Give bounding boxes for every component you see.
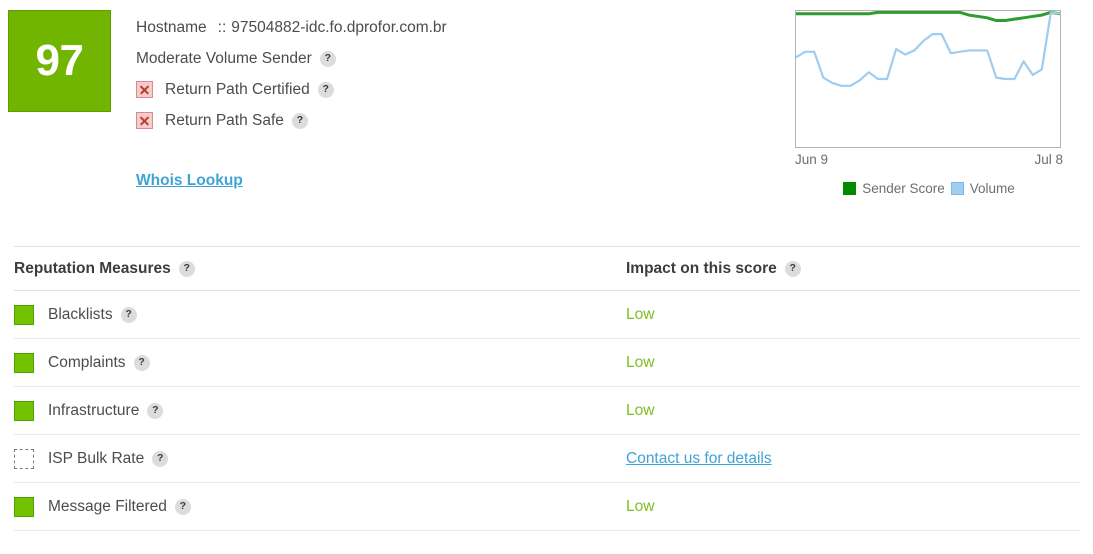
hostname-value: 97504882-idc.fo.dprofor.com.br (231, 18, 447, 36)
measure-label: ISP Bulk Rate (48, 449, 145, 467)
measure-label: Message Filtered (48, 497, 167, 515)
cell-impact: Low (626, 306, 1080, 324)
header-cell-measures: Reputation Measures ? (14, 260, 626, 278)
cell-measure: Infrastructure? (14, 400, 626, 421)
return-path-certified-row: Return Path Certified ? (136, 74, 736, 105)
hostname-separator: :: (217, 18, 227, 36)
legend-swatch-sender-score (843, 182, 857, 195)
table-row: Blacklists? Low (14, 291, 1080, 339)
column-header-reputation-measures: Reputation Measures (14, 259, 171, 277)
sender-score-chart: Jun 9 Jul 8 Sender Score Volume (795, 10, 1065, 196)
measure-label: Infrastructure (48, 401, 140, 419)
x-mark-icon-certified (136, 81, 153, 98)
volume-sender-row: Moderate Volume Sender ? (136, 43, 736, 74)
chart-x-end-label: Jul 8 (1034, 152, 1063, 167)
help-icon-volume-sender[interactable]: ? (319, 50, 336, 67)
cell-impact: Low (626, 354, 1080, 372)
impact-details-link[interactable]: Contact us for details (626, 450, 772, 468)
table-row: ISP Bulk Rate? Contact us for details (14, 435, 1080, 483)
help-icon-measure[interactable]: ? (133, 354, 150, 371)
help-icon-return-path-safe[interactable]: ? (291, 112, 308, 129)
legend-label-sender-score: Sender Score (862, 181, 945, 196)
header-cell-impact: Impact on this score ? (626, 260, 1080, 278)
help-icon-return-path-certified[interactable]: ? (317, 81, 334, 98)
chart-plot-area (795, 10, 1061, 148)
help-icon-measure[interactable]: ? (174, 498, 191, 515)
chart-line-sender-score (796, 11, 1060, 23)
status-swatch-green-icon (14, 304, 34, 325)
status-swatch-green-icon (14, 352, 34, 373)
legend-item-sender-score: Sender Score (843, 181, 945, 196)
cell-measure: Complaints? (14, 352, 626, 373)
sender-score-value: 97 (35, 36, 84, 85)
cell-impact: Low (626, 498, 1080, 516)
table-row: Complaints? Low (14, 339, 1080, 387)
whois-lookup-link[interactable]: Whois Lookup (136, 172, 243, 190)
chart-line-volume (796, 11, 1060, 87)
impact-value: Low (626, 401, 655, 419)
sender-score-report: 97 Hostname :: 97504882-idc.fo.dprofor.c… (0, 0, 1093, 554)
measure-label: Blacklists (48, 305, 113, 323)
reputation-measures-table: Reputation Measures ? Impact on this sco… (14, 246, 1080, 531)
chart-x-start-label: Jun 9 (795, 152, 829, 167)
sender-score-badge: 97 (8, 10, 111, 112)
cell-measure: Blacklists? (14, 304, 626, 325)
help-icon-measure[interactable]: ? (152, 450, 169, 467)
cell-measure: ISP Bulk Rate? (14, 448, 626, 469)
legend-item-volume: Volume (950, 181, 1015, 196)
summary-panel: 97 Hostname :: 97504882-idc.fo.dprofor.c… (0, 0, 1093, 222)
table-row: Infrastructure? Low (14, 387, 1080, 435)
table-body: Blacklists? Low Complaints? Low Infrastructu… (14, 291, 1080, 531)
help-icon-impact-on-score[interactable]: ? (784, 260, 801, 277)
impact-value: Low (626, 497, 655, 515)
return-path-certified-label: Return Path Certified (165, 80, 310, 98)
help-icon-reputation-measures[interactable]: ? (178, 260, 195, 277)
status-swatch-green-icon (14, 496, 34, 517)
legend-swatch-volume (950, 182, 964, 195)
cell-impact: Low (626, 402, 1080, 420)
host-info-column: Hostname :: 97504882-idc.fo.dprofor.com.… (136, 12, 736, 136)
table-row: Message Filtered? Low (14, 483, 1080, 531)
table-header-row: Reputation Measures ? Impact on this sco… (14, 247, 1080, 291)
x-mark-icon-safe (136, 112, 153, 129)
cell-measure: Message Filtered? (14, 496, 626, 517)
volume-sender-label: Moderate Volume Sender (136, 49, 312, 67)
status-swatch-empty-icon (14, 448, 34, 469)
impact-value: Low (626, 305, 655, 323)
chart-legend: Sender Score Volume (795, 181, 1063, 196)
help-icon-measure[interactable]: ? (147, 402, 164, 419)
legend-label-volume: Volume (969, 181, 1015, 196)
status-swatch-green-icon (14, 400, 34, 421)
help-icon-measure[interactable]: ? (120, 306, 137, 323)
chart-axis-labels: Jun 9 Jul 8 (795, 152, 1063, 167)
measure-label: Complaints (48, 353, 126, 371)
impact-value: Low (626, 353, 655, 371)
return-path-safe-row: Return Path Safe ? (136, 105, 736, 136)
return-path-safe-label: Return Path Safe (165, 111, 284, 129)
column-header-impact-on-score: Impact on this score (626, 259, 777, 277)
hostname-row: Hostname :: 97504882-idc.fo.dprofor.com.… (136, 12, 736, 43)
hostname-label: Hostname (136, 18, 207, 36)
cell-impact: Contact us for details (626, 450, 1080, 468)
chart-svg (796, 11, 1060, 87)
